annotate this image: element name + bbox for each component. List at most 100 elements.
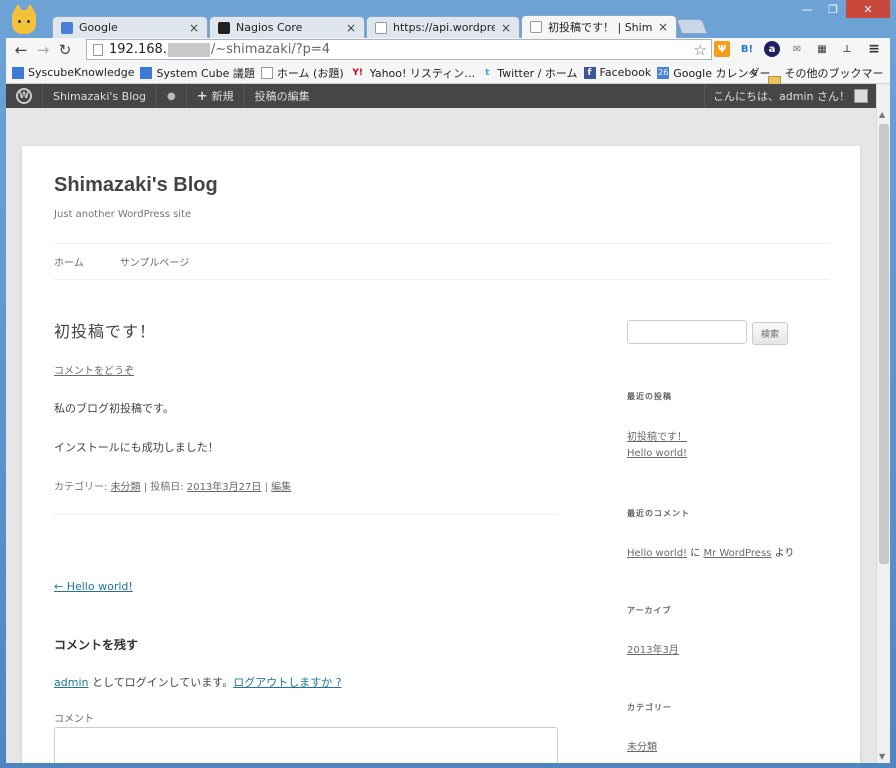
comment-post-link[interactable]: Hello world! <box>627 548 687 559</box>
user-profile-link[interactable]: admin <box>54 676 88 689</box>
categories-title: カテゴリー <box>627 703 672 712</box>
admin-bar-new-label: 新規 <box>211 90 234 103</box>
sidebar-search-button[interactable]: 検索 <box>752 322 788 345</box>
cat-eye-left <box>18 20 21 23</box>
bookmark-label: SyscubeKnowledge <box>28 66 135 79</box>
scroll-up-arrow-icon[interactable]: ▲ <box>879 110 885 119</box>
chrome-menu-icon[interactable]: ≡ <box>866 41 882 57</box>
cat-avatar-icon <box>12 4 36 34</box>
back-button[interactable]: ← <box>10 41 32 59</box>
plus-icon: + <box>196 88 208 104</box>
bookmark-facebook[interactable]: f Facebook <box>583 66 651 79</box>
calendar-icon: 26 <box>657 66 670 79</box>
bookmark-system-cube[interactable]: System Cube 議題 <box>140 65 255 81</box>
address-bar[interactable]: 192.168. /~shimazaki/?p=4 ☆ <box>86 39 712 60</box>
meta-date-label: | 投稿日: <box>140 482 187 493</box>
maximize-button[interactable]: ❐ <box>820 0 846 18</box>
entry-divider <box>54 514 558 515</box>
new-tab-button[interactable] <box>676 19 708 34</box>
yahoo-icon: Y! <box>352 67 363 78</box>
qr-icon[interactable]: ▦ <box>814 41 830 57</box>
reply-title: コメントを残す <box>54 638 139 652</box>
tab-strip: Google × Nagios Core × https://api.wordp… <box>0 0 896 38</box>
nav-item-home[interactable]: ホーム <box>54 254 84 269</box>
dropper-icon[interactable]: ⊥ <box>839 41 855 57</box>
main-navigation: ホーム サンプルページ <box>54 243 830 280</box>
page-favicon-icon <box>530 21 542 33</box>
logout-link[interactable]: ログアウトしますか ? <box>233 676 341 689</box>
hatena-bookmark-icon[interactable]: B! <box>739 41 755 57</box>
tab-nagios[interactable]: Nagios Core × <box>209 16 365 38</box>
scroll-thumb[interactable] <box>879 124 889 564</box>
fork-icon[interactable]: Ψ <box>714 41 730 57</box>
page-scrollbar[interactable]: ▲ ▼ <box>876 84 890 763</box>
archive-link[interactable]: 2013年3月 <box>627 641 679 656</box>
close-window-button[interactable]: ✕ <box>846 0 890 18</box>
browser-toolbar: ← → ↻ 192.168. /~shimazaki/?p=4 ☆ Ψ B! a… <box>6 38 890 62</box>
tab-api-wordpress[interactable]: https://api.wordpress.o × <box>366 16 520 38</box>
cat-eye-right <box>27 20 30 23</box>
post-paragraph: 私のブログ初投稿です。 <box>54 402 174 415</box>
category-link[interactable]: 未分類 <box>111 482 141 493</box>
trello-icon <box>140 66 153 79</box>
bookmark-twitter[interactable]: t Twitter / ホーム <box>481 65 577 81</box>
bookmark-yahoo-listing[interactable]: Y! Yahoo! リスティン… <box>350 65 475 81</box>
tab-close-icon[interactable]: × <box>189 21 199 35</box>
admin-bar-site-name[interactable]: Shimazaki's Blog <box>43 84 157 108</box>
date-link[interactable]: 2013年3月27日 <box>187 482 262 493</box>
meta-category-label: カテゴリー: <box>54 482 111 493</box>
category-link[interactable]: 未分類 <box>627 738 657 753</box>
scroll-down-arrow-icon[interactable]: ▼ <box>879 752 885 761</box>
tab-title: Google <box>79 21 118 34</box>
site-title[interactable]: Shimazaki's Blog <box>54 174 218 197</box>
recent-post-link[interactable]: 初投稿です！ <box>627 428 687 443</box>
comment-author-link[interactable]: Mr WordPress <box>703 548 771 559</box>
previous-post-link[interactable]: ← Hello world! <box>54 580 133 593</box>
bookmark-home-odai[interactable]: ホーム (お題) <box>260 65 344 81</box>
sidebar-search-input[interactable] <box>627 320 747 344</box>
tab-google[interactable]: Google × <box>52 16 208 38</box>
comment-on-text: に <box>687 548 704 559</box>
comments-link[interactable]: コメントをどうぞ <box>54 362 134 377</box>
reload-button[interactable]: ↻ <box>54 41 76 59</box>
bookmarks-bar: SyscubeKnowledge System Cube 議題 ホーム (お題)… <box>6 62 890 96</box>
admin-bar-new[interactable]: + 新規 <box>187 84 245 108</box>
logged-in-text: としてログインしています。 <box>88 676 234 689</box>
nagios-favicon-icon <box>218 21 230 34</box>
meta-separator: | <box>261 482 272 493</box>
bookmark-star-icon[interactable]: ☆ <box>694 41 707 59</box>
bookmark-label: Twitter / ホーム <box>497 66 578 80</box>
howdy-text: こんにちは、admin さん！ <box>713 90 850 103</box>
tab-blog-post[interactable]: 初投稿です！ | Shimaza × <box>521 15 677 38</box>
mail-icon[interactable]: ✉ <box>789 41 805 57</box>
recent-post-link[interactable]: Hello world! <box>627 448 687 459</box>
admin-bar-my-account[interactable]: こんにちは、admin さん！ <box>704 84 876 108</box>
logged-in-as: admin としてログインしています。ログアウトしますか ? <box>54 674 342 690</box>
wp-logo-menu[interactable]: W <box>6 84 43 108</box>
url-path: /~shimazaki/?p=4 <box>210 42 331 57</box>
comment-textarea[interactable] <box>54 727 558 763</box>
bookmark-label: System Cube 議題 <box>156 66 255 80</box>
url-host: 192.168. <box>109 42 167 57</box>
page-icon <box>93 43 103 56</box>
bookmarks-overflow-chevron-icon[interactable]: » <box>750 66 757 79</box>
admin-bar-edit-post[interactable]: 投稿の編集 <box>245 84 320 108</box>
admin-bar-comments[interactable]: ● <box>157 84 187 108</box>
edit-link[interactable]: 編集 <box>271 482 291 493</box>
forward-button[interactable]: → <box>32 41 54 59</box>
tab-title: 初投稿です！ | Shimaza <box>548 21 652 34</box>
bookmark-syscube-knowledge[interactable]: SyscubeKnowledge <box>12 66 134 79</box>
twitter-bird-icon: t <box>485 67 490 78</box>
trello-icon <box>12 66 24 79</box>
nav-item-sample-page[interactable]: サンプルページ <box>120 254 190 269</box>
archives-title: アーカイブ <box>627 606 672 615</box>
tab-close-icon[interactable]: × <box>658 20 668 34</box>
post-paragraph: インストールにも成功しました！ <box>54 441 219 454</box>
tab-close-icon[interactable]: × <box>501 21 511 35</box>
tab-close-icon[interactable]: × <box>346 21 356 35</box>
tab-title: https://api.wordpress.o <box>393 21 495 34</box>
minimize-button[interactable]: — <box>794 0 820 18</box>
site-container: Shimazaki's Blog Just another WordPress … <box>22 146 860 763</box>
a-icon[interactable]: a <box>764 41 780 57</box>
recent-posts-title: 最近の投稿 <box>627 392 672 401</box>
